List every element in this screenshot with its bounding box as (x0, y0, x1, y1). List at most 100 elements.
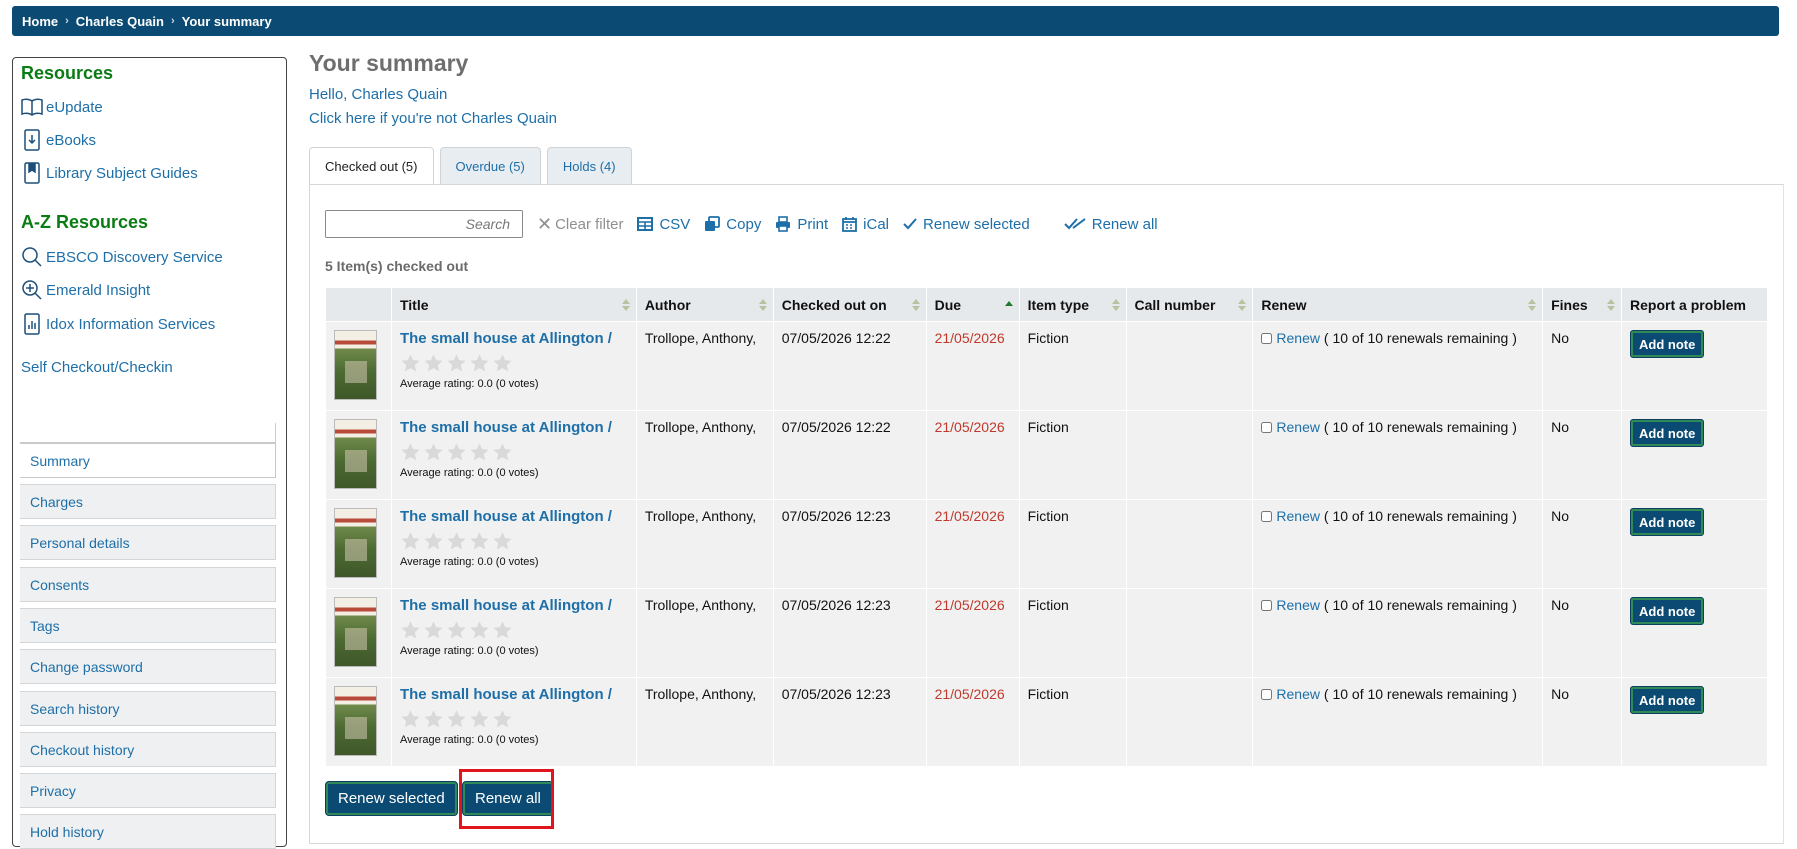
star-rating-icon[interactable] (423, 353, 444, 374)
tab-holds[interactable]: Holds (4) (546, 147, 632, 184)
renew-all-link[interactable]: Renew all (1064, 216, 1158, 233)
ical-button[interactable]: iCal (842, 216, 889, 233)
book-cover-image[interactable] (334, 597, 377, 667)
breadcrumb-user[interactable]: Charles Quain (76, 14, 164, 29)
renew-link[interactable]: Renew (1276, 330, 1320, 346)
sort-icon (621, 299, 630, 311)
star-rating-icon[interactable] (469, 442, 490, 463)
renew-checkbox[interactable] (1261, 511, 1273, 522)
tab-overdue[interactable]: Overdue (5) (439, 147, 541, 184)
star-rating-icon[interactable] (492, 442, 513, 463)
star-rating-icon[interactable] (446, 709, 467, 730)
column-header-title[interactable]: Title (390, 287, 637, 322)
title-cell: The small house at Allington / Average ra… (390, 499, 637, 589)
breadcrumb-home[interactable]: Home (22, 14, 58, 29)
star-rating-icon[interactable] (446, 620, 467, 641)
renew-link[interactable]: Renew (1276, 597, 1320, 613)
sidebar-link-eupdate[interactable]: eUpdate (21, 96, 103, 118)
star-rating-icon[interactable] (446, 531, 467, 552)
add-note-button[interactable]: Add note (1630, 686, 1705, 714)
star-rating-icon[interactable] (400, 620, 421, 641)
title-link[interactable]: The small house at Allington / (400, 330, 612, 347)
copy-button[interactable]: Copy (704, 216, 761, 233)
star-rating-icon[interactable] (469, 620, 490, 641)
star-rating-icon[interactable] (423, 620, 444, 641)
star-rating-icon[interactable] (492, 709, 513, 730)
nav-item-consents[interactable]: Consents (20, 567, 276, 602)
star-rating-icon[interactable] (492, 531, 513, 552)
renew-link[interactable]: Renew (1276, 686, 1320, 702)
nav-item-hold-history[interactable]: Hold history (20, 814, 276, 849)
renew-link[interactable]: Renew (1276, 508, 1320, 524)
sidebar-link-emerald[interactable]: Emerald Insight (21, 279, 150, 301)
add-note-button[interactable]: Add note (1630, 508, 1705, 536)
star-rating (400, 620, 628, 641)
star-rating-icon[interactable] (423, 442, 444, 463)
renew-selected-button[interactable]: Renew selected (325, 781, 458, 816)
book-cover-image[interactable] (334, 330, 377, 400)
column-header-due[interactable]: Due (925, 287, 1020, 322)
renew-checkbox[interactable] (1261, 600, 1273, 611)
hello-link[interactable]: Hello, Charles Quain (309, 86, 447, 103)
column-header-renew[interactable]: Renew (1252, 287, 1544, 322)
column-header-item-type[interactable]: Item type (1018, 287, 1127, 322)
renew-link[interactable]: Renew (1276, 419, 1320, 435)
star-rating-icon[interactable] (492, 620, 513, 641)
not-me-link[interactable]: Click here if you're not Charles Quain (309, 110, 557, 127)
star-rating-icon[interactable] (400, 531, 421, 552)
column-header-label: Author (644, 296, 691, 313)
nav-item-charges[interactable]: Charges (20, 484, 276, 519)
book-cover-image[interactable] (334, 686, 377, 756)
nav-item-tags[interactable]: Tags (20, 608, 276, 643)
self-checkout-link[interactable]: Self Checkout/Checkin (21, 359, 173, 376)
title-link[interactable]: The small house at Allington / (400, 419, 612, 436)
nav-item-summary[interactable]: Summary (20, 443, 276, 478)
renew-checkbox[interactable] (1261, 333, 1273, 344)
renew-checkbox[interactable] (1261, 689, 1273, 700)
call-number-cell (1125, 410, 1254, 500)
sidebar-link-idox[interactable]: Idox Information Services (21, 313, 215, 335)
table-icon (637, 217, 654, 231)
title-cell: The small house at Allington / Average ra… (390, 588, 637, 678)
renew-cell: Renew ( 10 of 10 renewals remaining ) (1252, 677, 1544, 767)
search-input[interactable] (325, 210, 523, 238)
add-note-button[interactable]: Add note (1630, 330, 1705, 358)
renew-checkbox[interactable] (1261, 422, 1273, 433)
title-link[interactable]: The small house at Allington / (400, 597, 612, 614)
column-header-checked-out-on[interactable]: Checked out on (772, 287, 927, 322)
book-cover-image[interactable] (334, 419, 377, 489)
star-rating-icon[interactable] (469, 709, 490, 730)
clear-filter-button[interactable]: ✕ Clear filter (537, 214, 623, 235)
nav-item-checkout-history[interactable]: Checkout history (20, 732, 276, 767)
column-header-fines[interactable]: Fines (1542, 287, 1623, 322)
csv-export-button[interactable]: CSV (637, 216, 690, 233)
nav-item-personal-details[interactable]: Personal details (20, 525, 276, 560)
renew-selected-link[interactable]: Renew selected (903, 216, 1030, 233)
title-link[interactable]: The small house at Allington / (400, 686, 612, 703)
star-rating-icon[interactable] (400, 709, 421, 730)
sidebar-link-subject-guides[interactable]: Library Subject Guides (21, 162, 198, 184)
sidebar-link-ebsco[interactable]: EBSCO Discovery Service (21, 246, 223, 268)
nav-item-change-password[interactable]: Change password (20, 649, 276, 684)
column-header-call-number[interactable]: Call number (1125, 287, 1254, 322)
star-rating-icon[interactable] (446, 442, 467, 463)
star-rating-icon[interactable] (469, 353, 490, 374)
star-rating-icon[interactable] (400, 442, 421, 463)
star-rating-icon[interactable] (423, 709, 444, 730)
add-note-button[interactable]: Add note (1630, 419, 1705, 447)
star-rating-icon[interactable] (469, 531, 490, 552)
star-rating-icon[interactable] (400, 353, 421, 374)
star-rating-icon[interactable] (446, 353, 467, 374)
book-cover-image[interactable] (334, 508, 377, 578)
column-header-author[interactable]: Author (635, 287, 774, 322)
add-note-button[interactable]: Add note (1630, 597, 1705, 625)
star-rating-icon[interactable] (423, 531, 444, 552)
nav-item-privacy[interactable]: Privacy (20, 773, 276, 808)
star-rating-icon[interactable] (492, 353, 513, 374)
sidebar-link-ebooks[interactable]: eBooks (21, 129, 96, 151)
nav-item-search-history[interactable]: Search history (20, 691, 276, 726)
checked-out-count: 5 Item(s) checked out (325, 258, 469, 274)
print-button[interactable]: Print (775, 216, 828, 233)
tab-checked-out[interactable]: Checked out (5) (309, 147, 434, 185)
title-link[interactable]: The small house at Allington / (400, 508, 612, 525)
